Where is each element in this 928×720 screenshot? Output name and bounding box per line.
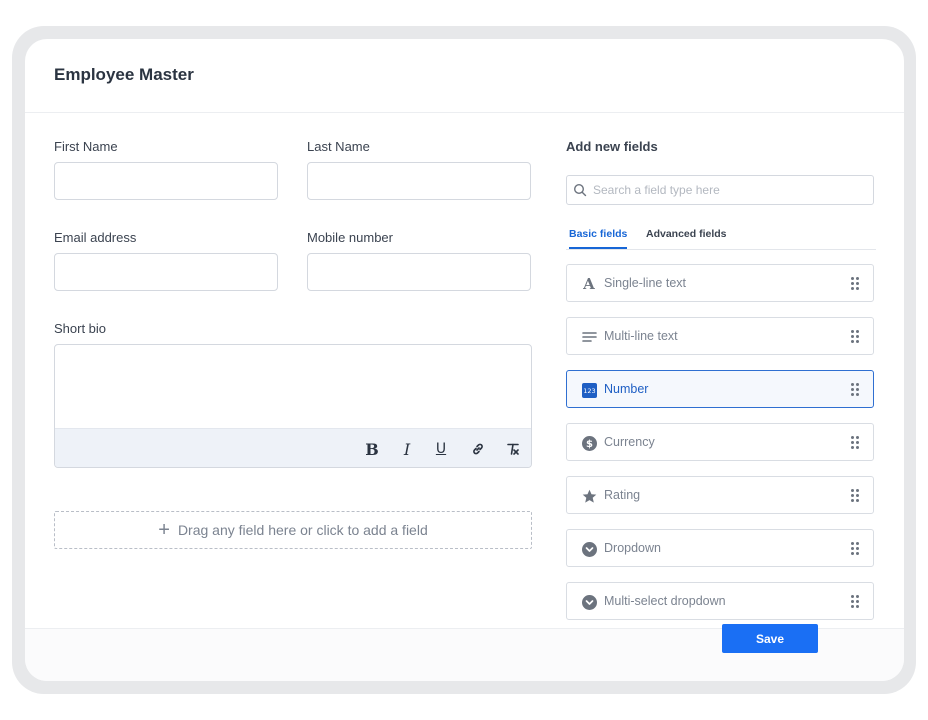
field-type-single-line-text[interactable]: A Single-line text	[566, 264, 874, 302]
field-type-label: Dropdown	[604, 541, 661, 555]
field-type-dropdown[interactable]: Dropdown	[566, 529, 874, 567]
chevron-circle-icon	[581, 594, 597, 610]
drag-handle-icon[interactable]	[851, 436, 859, 449]
field-type-label: Single-line text	[604, 276, 686, 290]
first-name-input[interactable]	[54, 162, 278, 200]
tab-basic-fields[interactable]: Basic fields	[569, 228, 628, 249]
mobile-input[interactable]	[307, 253, 531, 291]
clear-format-icon[interactable]	[503, 439, 523, 459]
search-icon	[573, 183, 587, 197]
short-bio-label: Short bio	[54, 321, 107, 336]
short-bio-textarea[interactable]	[55, 345, 531, 430]
drag-handle-icon[interactable]	[851, 277, 859, 290]
field-search	[566, 175, 874, 205]
field-type-multi-select-dropdown[interactable]: Multi-select dropdown	[566, 582, 874, 620]
field-type-label: Multi-select dropdown	[604, 594, 726, 608]
rich-text-toolbar: B I U	[55, 428, 531, 467]
field-search-input[interactable]	[593, 180, 863, 200]
field-type-number[interactable]: 123 Number	[566, 370, 874, 408]
drag-handle-icon[interactable]	[851, 383, 859, 396]
email-label: Email address	[54, 230, 137, 245]
text-a-icon: A	[583, 275, 595, 293]
last-name-label: Last Name	[307, 139, 370, 154]
drag-handle-icon[interactable]	[851, 330, 859, 343]
plus-icon: +	[158, 519, 170, 541]
mobile-label: Mobile number	[307, 230, 393, 245]
field-type-label: Currency	[604, 435, 655, 449]
drag-handle-icon[interactable]	[851, 595, 859, 608]
field-tabs: Basic fields Advanced fields	[566, 225, 876, 250]
form-card: Employee Master First Name Last Name Ema…	[25, 39, 904, 681]
form-header: Employee Master	[25, 39, 904, 113]
link-icon[interactable]	[468, 439, 488, 459]
bold-icon[interactable]: B	[362, 439, 382, 459]
first-name-label: First Name	[54, 139, 118, 154]
lines-icon	[581, 329, 597, 345]
chevron-circle-icon	[581, 541, 597, 557]
underline-icon[interactable]: U	[431, 439, 451, 459]
field-type-label: Rating	[604, 488, 641, 502]
field-type-label: Number	[604, 382, 649, 396]
svg-text:123: 123	[583, 387, 595, 395]
star-icon	[581, 488, 597, 504]
page-title: Employee Master	[54, 65, 194, 84]
email-input[interactable]	[54, 253, 278, 291]
tab-advanced-fields[interactable]: Advanced fields	[646, 228, 727, 247]
field-type-currency[interactable]: $ Currency	[566, 423, 874, 461]
last-name-input[interactable]	[307, 162, 531, 200]
dropzone-text: Drag any field here or click to add a fi…	[177, 522, 428, 538]
save-button[interactable]: Save	[722, 624, 818, 653]
add-fields-title: Add new fields	[566, 139, 658, 154]
drag-handle-icon[interactable]	[851, 489, 859, 502]
dollar-circle-icon: $	[581, 435, 597, 451]
svg-text:$: $	[586, 439, 593, 450]
field-type-label: Multi-line text	[604, 329, 678, 343]
number-123-icon: 123	[581, 382, 597, 398]
italic-icon[interactable]: I	[397, 439, 417, 459]
field-type-multi-line-text[interactable]: Multi-line text	[566, 317, 874, 355]
add-field-dropzone[interactable]: + Drag any field here or click to add a …	[54, 511, 532, 549]
field-type-rating[interactable]: Rating	[566, 476, 874, 514]
short-bio-editor: B I U	[54, 344, 532, 468]
drag-handle-icon[interactable]	[851, 542, 859, 555]
